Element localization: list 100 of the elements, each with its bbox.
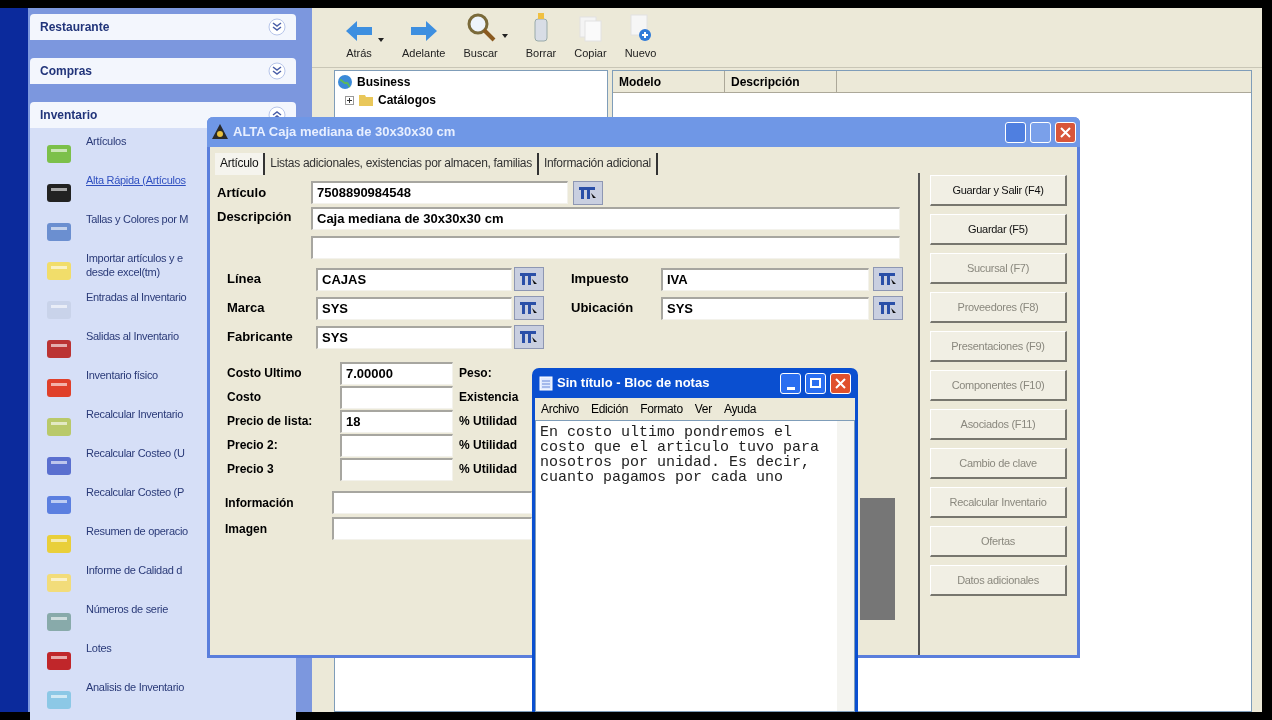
description-field[interactable] bbox=[311, 236, 900, 259]
task-link[interactable]: Informe de Calidad d bbox=[86, 563, 183, 577]
column-header[interactable]: Modelo bbox=[613, 71, 725, 92]
close-button[interactable] bbox=[830, 372, 851, 394]
field-label: Fabricante bbox=[227, 328, 294, 347]
task-link[interactable]: Tallas y Colores por M bbox=[86, 212, 189, 226]
field-label: Línea bbox=[227, 270, 262, 289]
expander-icon[interactable] bbox=[345, 95, 354, 105]
price-field[interactable]: 18 bbox=[340, 409, 453, 433]
field-label: % Utilidad bbox=[459, 413, 517, 430]
menu-item[interactable]: Formato bbox=[640, 400, 683, 418]
task-link[interactable]: Artículos bbox=[86, 134, 127, 148]
tab[interactable]: Listas adicionales, existencias por almacen, familias bbox=[265, 153, 539, 175]
task-link[interactable]: Lotes bbox=[86, 641, 112, 655]
maximize-button[interactable] bbox=[1030, 121, 1051, 143]
group-title: Compras bbox=[40, 63, 92, 80]
article-code-field[interactable]: 7508890984548 bbox=[311, 181, 568, 204]
field-label: Costo bbox=[227, 389, 262, 406]
column-header[interactable]: Descripción bbox=[725, 71, 837, 92]
lookup-button[interactable] bbox=[573, 180, 603, 205]
field-label: Marca bbox=[227, 299, 266, 318]
minimize-button[interactable] bbox=[780, 372, 801, 394]
app-icon bbox=[211, 123, 229, 141]
toolbar-button[interactable]: Atrás bbox=[342, 18, 386, 61]
close-icon bbox=[1060, 126, 1071, 138]
price-field[interactable] bbox=[340, 385, 453, 409]
tree-item[interactable]: Catálogos bbox=[378, 91, 436, 109]
close-button[interactable] bbox=[1055, 121, 1076, 143]
lookup-field[interactable]: SYS bbox=[661, 296, 869, 320]
left-arrow-icon bbox=[344, 18, 374, 43]
text-field[interactable] bbox=[332, 491, 532, 514]
lookup-field[interactable]: SYS bbox=[316, 296, 512, 320]
lookup-button[interactable] bbox=[873, 296, 903, 320]
field-label: % Utilidad bbox=[459, 461, 517, 478]
task-link[interactable]: Analisis de Inventario bbox=[86, 680, 184, 694]
action-button[interactable]: Guardar y Salir (F4) bbox=[930, 175, 1067, 206]
table-icon bbox=[878, 271, 898, 287]
menu-item[interactable]: Ver bbox=[694, 400, 712, 418]
dropdown-icon bbox=[501, 33, 508, 38]
price-field[interactable] bbox=[340, 433, 453, 457]
field-label: Imagen bbox=[225, 520, 268, 538]
dropdown-icon bbox=[378, 37, 384, 42]
lookup-button[interactable] bbox=[514, 325, 544, 349]
tab[interactable]: Artículo bbox=[215, 153, 266, 175]
text-field[interactable] bbox=[332, 517, 532, 540]
menu-item[interactable]: Edición bbox=[590, 400, 629, 418]
task-link[interactable]: Alta Rápida (Artículos bbox=[86, 173, 186, 187]
scrollbar[interactable] bbox=[837, 421, 854, 711]
task-link[interactable]: Entradas al Inventario bbox=[86, 290, 187, 304]
field-label: Existencia bbox=[459, 389, 519, 406]
task-link[interactable]: Recalcular Inventario bbox=[86, 407, 184, 421]
toolbar-button[interactable]: Borrar bbox=[523, 10, 559, 61]
tab[interactable]: Información adicional bbox=[538, 153, 658, 175]
lookup-button[interactable] bbox=[873, 267, 903, 291]
notepad-icon bbox=[539, 375, 553, 391]
field-label: Costo Ultimo bbox=[227, 365, 303, 382]
toolbar-button[interactable]: Adelante bbox=[400, 18, 448, 61]
chevron-icon[interactable] bbox=[268, 62, 286, 80]
task-link[interactable]: Recalcular Costeo (U bbox=[86, 446, 185, 460]
table-icon bbox=[578, 184, 598, 201]
right-arrow-icon bbox=[408, 18, 439, 43]
field-label: Peso: bbox=[459, 365, 492, 382]
task-link[interactable]: Salidas al Inventario bbox=[86, 329, 179, 343]
task-link[interactable]: Resumen de operacio bbox=[86, 524, 188, 538]
task-link[interactable]: Recalcular Costeo (P bbox=[86, 485, 184, 499]
lookup-field[interactable]: IVA bbox=[661, 267, 869, 291]
group-title: Restaurante bbox=[40, 19, 110, 36]
table-icon bbox=[878, 300, 898, 316]
lookup-button[interactable] bbox=[514, 296, 544, 320]
close-icon bbox=[835, 377, 846, 389]
tree-item[interactable]: Business bbox=[357, 73, 411, 91]
group-header[interactable]: Compras bbox=[30, 58, 296, 84]
field-label: Impuesto bbox=[571, 270, 630, 289]
table-icon bbox=[519, 300, 539, 316]
task-link[interactable]: Números de serie bbox=[86, 602, 168, 616]
menu-item[interactable]: Archivo bbox=[541, 400, 579, 418]
field-label: Artículo bbox=[217, 183, 268, 202]
task-link[interactable]: Importar artículos y e desde excel(tm) bbox=[86, 251, 183, 279]
maximize-button[interactable] bbox=[805, 372, 826, 394]
group-title: Inventario bbox=[40, 107, 98, 124]
lookup-button[interactable] bbox=[514, 267, 544, 291]
action-button[interactable]: Guardar (F5) bbox=[930, 214, 1067, 245]
maximize-icon bbox=[810, 378, 821, 388]
price-field[interactable]: 7.00000 bbox=[340, 361, 453, 385]
menu-item[interactable]: Ayuda bbox=[723, 400, 757, 418]
toolbar-button[interactable]: Buscar bbox=[461, 10, 510, 61]
lookup-field[interactable]: SYS bbox=[316, 325, 512, 349]
description-field[interactable]: Caja mediana de 30x30x30 cm bbox=[311, 207, 900, 230]
window-title: Sin título - Bloc de notas bbox=[557, 374, 711, 393]
lookup-field[interactable]: CAJAS bbox=[316, 267, 512, 291]
group-header[interactable]: Restaurante bbox=[30, 14, 296, 40]
task-link[interactable]: Inventario físico bbox=[86, 368, 158, 382]
minimize-button[interactable] bbox=[1005, 121, 1026, 143]
field-label: Precio 3 bbox=[227, 461, 275, 478]
toolbar-button[interactable]: Copiar bbox=[572, 12, 609, 61]
toolbar-button[interactable]: Nuevo bbox=[622, 12, 659, 61]
globe-icon bbox=[337, 74, 353, 90]
price-field[interactable] bbox=[340, 457, 453, 481]
field-label: Ubicación bbox=[571, 299, 635, 318]
chevron-icon[interactable] bbox=[268, 18, 286, 36]
